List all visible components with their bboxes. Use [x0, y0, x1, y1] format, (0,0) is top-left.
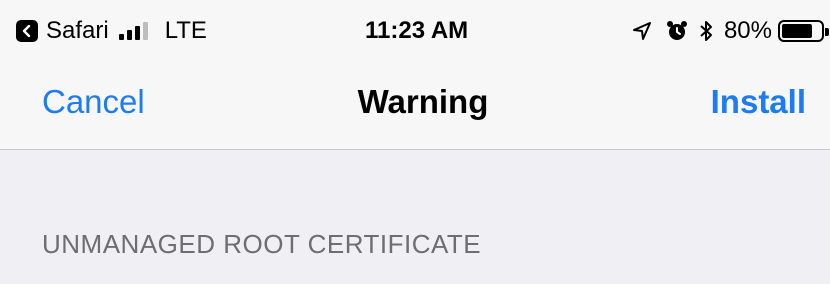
back-app-label[interactable]: Safari — [46, 16, 109, 46]
back-to-app-icon[interactable] — [16, 20, 38, 42]
navigation-bar: Cancel Warning Install — [0, 62, 830, 150]
status-right: 80% — [632, 16, 829, 46]
section-header: UNMANAGED ROOT CERTIFICATE — [42, 229, 482, 259]
page-title: Warning — [357, 83, 489, 120]
status-bar: Safari LTE 11:23 AM 80% — [0, 0, 830, 62]
carrier-label: LTE — [164, 17, 207, 44]
location-arrow-icon — [632, 21, 652, 41]
back-to-app[interactable]: Safari LTE — [16, 16, 207, 46]
install-button[interactable]: Install — [711, 82, 806, 122]
battery-percent: 80% — [723, 17, 772, 44]
bluetooth-icon — [698, 19, 714, 43]
alarm-icon — [666, 20, 688, 42]
status-time: 11:23 AM — [365, 17, 469, 44]
battery-icon — [778, 20, 829, 42]
signal-icon — [118, 22, 148, 40]
